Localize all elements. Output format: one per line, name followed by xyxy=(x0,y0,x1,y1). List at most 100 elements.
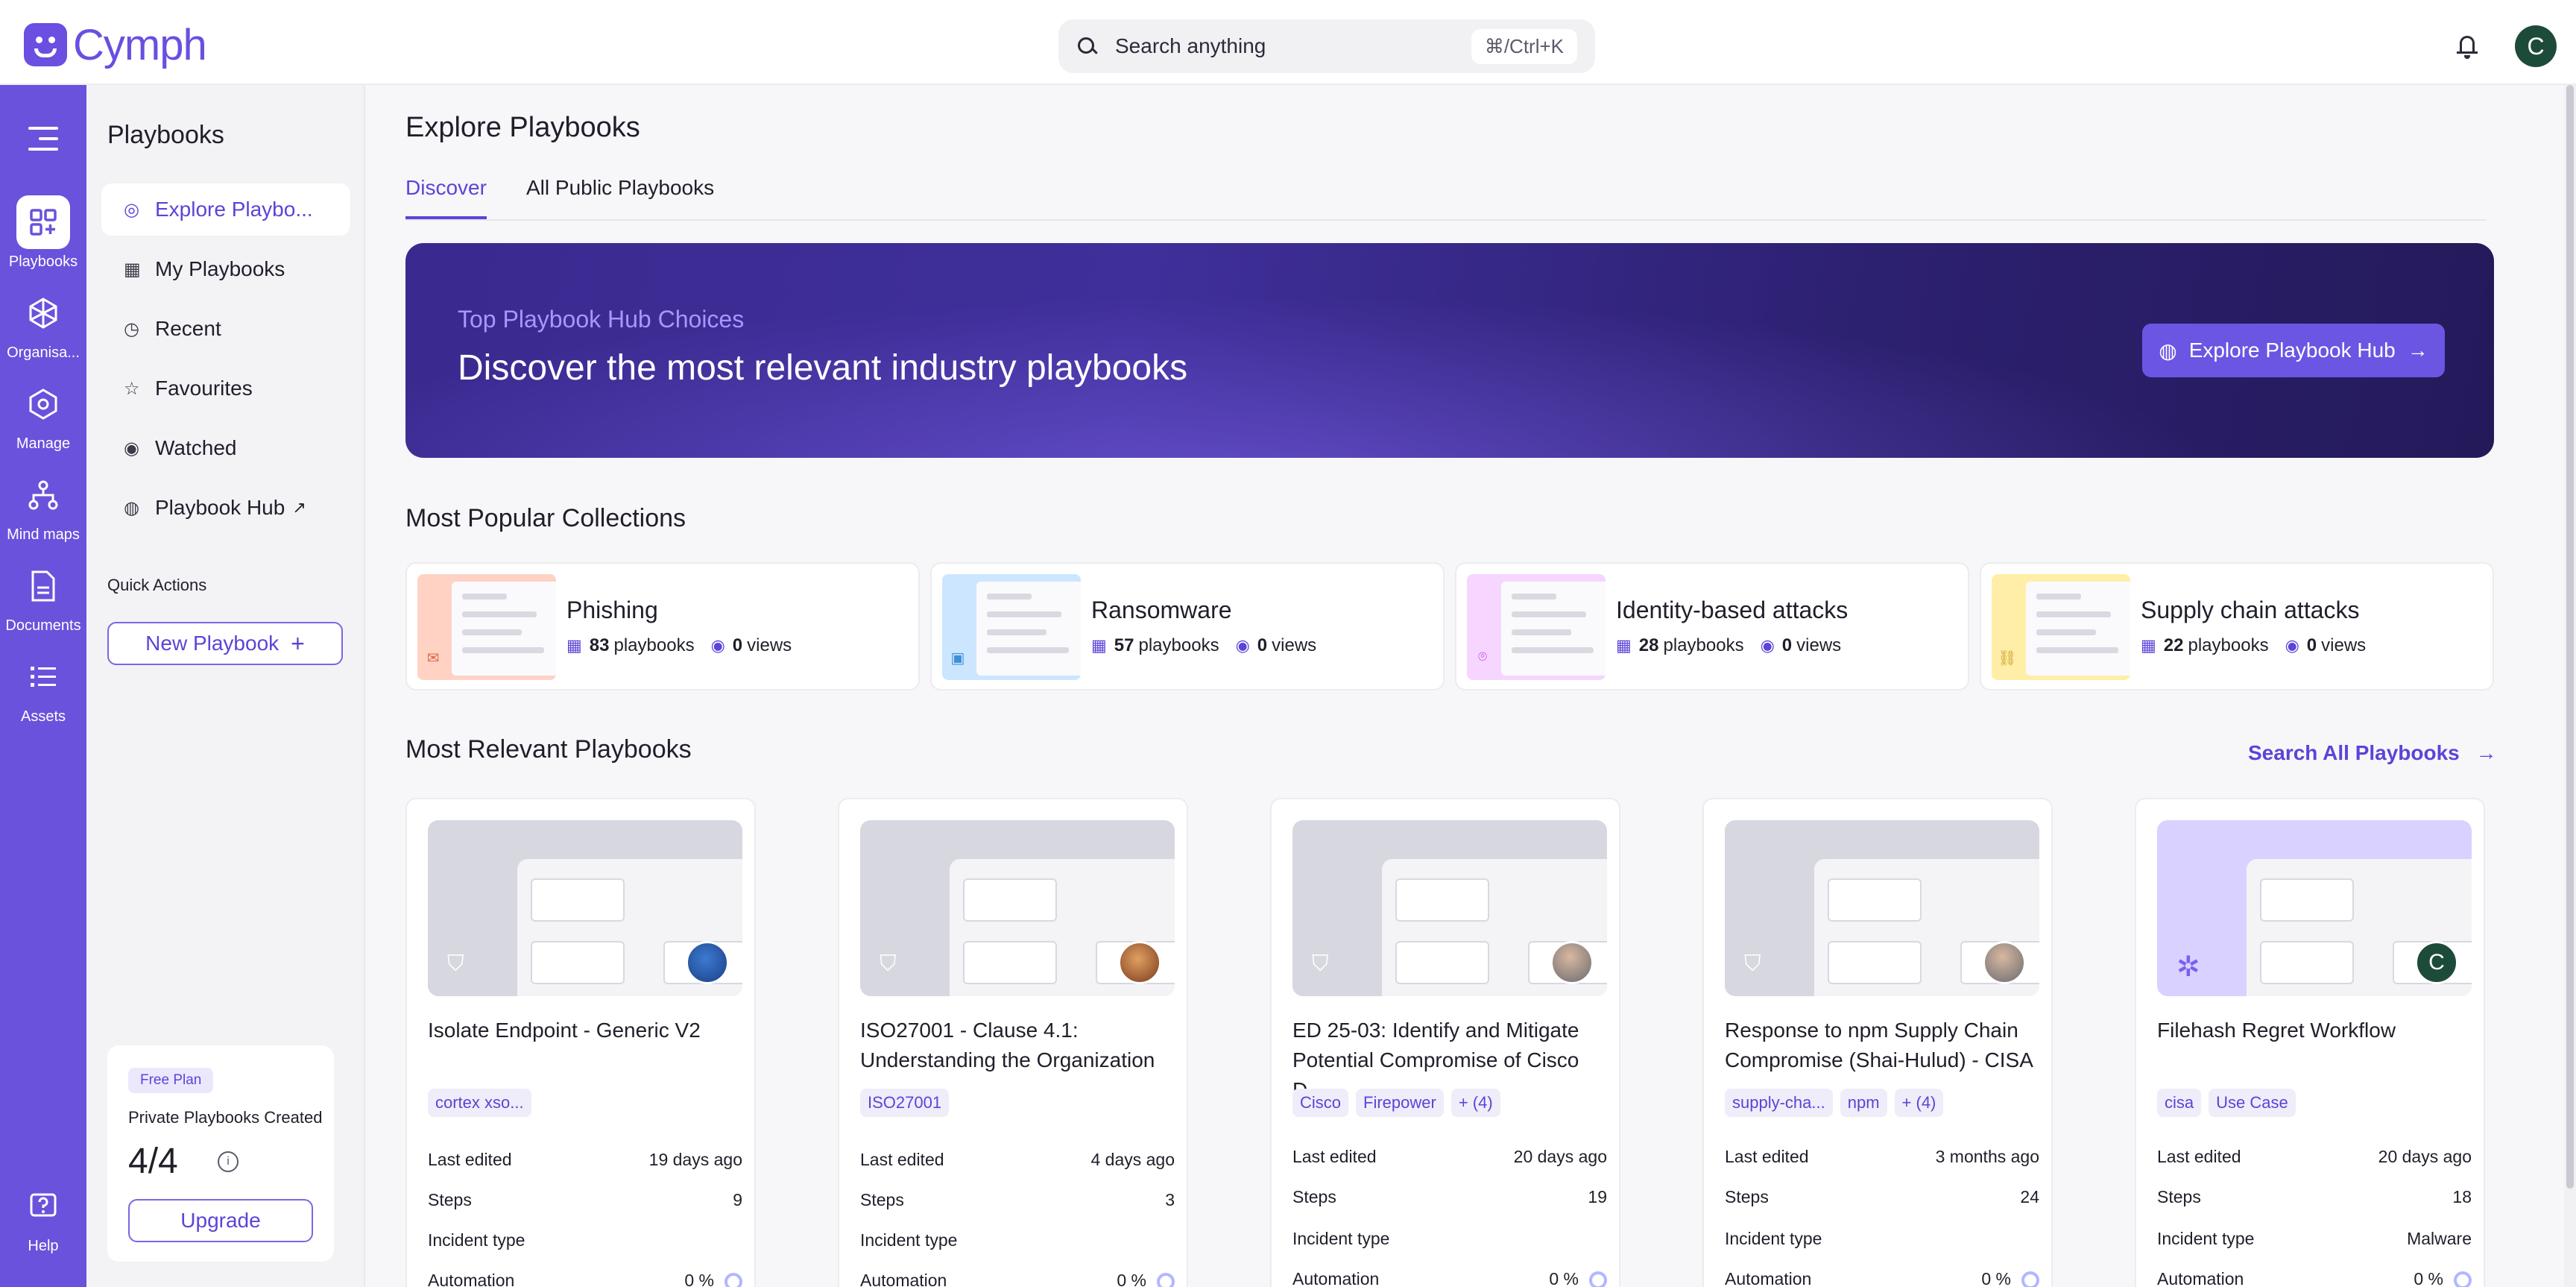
app-logo[interactable]: Cymph xyxy=(24,20,207,69)
explore-playbook-hub-button[interactable]: ◍ Explore Playbook Hub → xyxy=(2142,324,2445,377)
progress-ring-icon xyxy=(724,1272,742,1287)
rail-item-assets[interactable]: Assets xyxy=(0,650,86,726)
collection-card-identity-based-attacks[interactable]: ⌾ Identity-based attacks ▦ 28 playbooks … xyxy=(1455,562,1969,690)
plan-description: Private Playbooks Created xyxy=(128,1108,323,1127)
more-tags[interactable]: + (4) xyxy=(1450,1089,1500,1117)
more-tags[interactable]: + (4) xyxy=(1894,1089,1944,1117)
shield-icon: ⛉ xyxy=(1744,951,1761,976)
scrollbar-thumb[interactable] xyxy=(2566,85,2574,1189)
playbooks-icon: ▦ xyxy=(2141,636,2156,655)
playbook-thumbnail: ⛉ xyxy=(1292,820,1607,996)
incident-type-row: Incident type xyxy=(860,1230,1175,1250)
row-value: 19 days ago xyxy=(648,1150,742,1169)
mindmaps-icon xyxy=(16,468,70,522)
row-label: Steps xyxy=(1292,1187,1336,1206)
steps-row: Steps 19 xyxy=(1292,1187,1607,1207)
sidebar-item-recent[interactable]: ◷ Recent xyxy=(101,303,350,355)
last-edited-row: Last edited 3 months ago xyxy=(1725,1147,2039,1167)
tag[interactable]: npm xyxy=(1840,1089,1887,1117)
row-label: Last edited xyxy=(428,1150,512,1169)
author-avatar xyxy=(1550,941,1594,984)
tag-list: cortex xso... xyxy=(428,1089,539,1117)
author-avatar xyxy=(1118,941,1161,984)
playbook-card[interactable]: ⛉ ISO27001 - Clause 4.1: Understanding t… xyxy=(838,798,1188,1287)
row-value: 0 % xyxy=(2414,1269,2443,1287)
ransomware-icon: ▣ xyxy=(950,650,965,667)
search-icon xyxy=(1076,36,1097,57)
notifications-bell-icon[interactable] xyxy=(2454,33,2481,60)
user-avatar[interactable]: C xyxy=(2515,25,2557,67)
collection-card-phishing[interactable]: ✉ Phishing ▦ 83 playbooks ◉ 0 views xyxy=(405,562,920,690)
upgrade-button[interactable]: Upgrade xyxy=(128,1199,313,1242)
sidebar-item-playbook-hub[interactable]: ◍ Playbook Hub ↗ xyxy=(101,482,350,534)
tag[interactable]: ISO27001 xyxy=(860,1089,950,1117)
playbook-title: Isolate Endpoint - Generic V2 xyxy=(428,1019,701,1042)
tag[interactable]: Use Case xyxy=(2209,1089,2296,1117)
organisation-icon xyxy=(16,286,70,340)
plus-icon: + xyxy=(291,629,305,657)
tag[interactable]: Cisco xyxy=(1292,1089,1349,1117)
collapse-menu-icon[interactable] xyxy=(28,127,58,151)
arrow-right-icon: → xyxy=(2475,741,2497,764)
row-value: Malware xyxy=(2407,1229,2472,1248)
rail-item-organisation[interactable]: Organisa... xyxy=(0,286,86,362)
playbook-count-label: playbooks xyxy=(1663,635,1744,655)
progress-ring-icon xyxy=(1157,1272,1175,1287)
hero-banner: Top Playbook Hub Choices Discover the mo… xyxy=(405,243,2494,458)
rail-item-mindmaps[interactable]: Mind maps xyxy=(0,468,86,544)
plan-card: Free Plan Private Playbooks Created 4/4 … xyxy=(107,1045,334,1262)
rail-item-documents[interactable]: Documents xyxy=(0,559,86,635)
playbook-card[interactable]: ⛉ ED 25-03: Identify and Mitigate Potent… xyxy=(1270,798,1620,1287)
sidebar-item-watched[interactable]: ◉ Watched xyxy=(101,422,350,474)
tab-all-public-playbooks[interactable]: All Public Playbooks xyxy=(526,176,714,219)
left-rail: Playbooks Organisa... Manage Mind maps D… xyxy=(0,85,86,1287)
playbook-card[interactable]: ⛉ Isolate Endpoint - Generic V2 cortex x… xyxy=(405,798,756,1287)
row-label: Automation xyxy=(860,1271,947,1287)
tag[interactable]: cortex xso... xyxy=(428,1089,531,1117)
collection-name: Phishing xyxy=(566,597,658,623)
last-edited-row: Last edited 20 days ago xyxy=(2157,1147,2472,1167)
rail-item-playbooks[interactable]: Playbooks xyxy=(0,195,86,271)
playbook-count: 57 xyxy=(1114,635,1134,655)
sidebar-item-my-playbooks[interactable]: ▦ My Playbooks xyxy=(101,243,350,295)
rail-item-help[interactable]: Help xyxy=(0,1180,86,1255)
search-all-playbooks-link[interactable]: Search All Playbooks → xyxy=(2248,741,2497,765)
row-value: 0 % xyxy=(1117,1271,1146,1287)
sidebar-item-favourites[interactable]: ☆ Favourites xyxy=(101,362,350,415)
eye-icon: ◉ xyxy=(2285,636,2299,655)
info-icon[interactable]: i xyxy=(218,1151,239,1172)
tab-discover[interactable]: Discover xyxy=(405,176,487,219)
global-search[interactable]: Search anything ⌘/Ctrl+K xyxy=(1058,19,1595,73)
collection-thumbnail: ⌾ xyxy=(1467,574,1606,680)
rail-label: Documents xyxy=(5,617,81,634)
tag[interactable]: Firepower xyxy=(1356,1089,1444,1117)
playbook-card[interactable]: ✲ C Filehash Regret Workflow cisa Use Ca… xyxy=(2135,798,2485,1287)
author-avatar xyxy=(1983,941,2026,984)
playbook-title: Response to npm Supply Chain Compromise … xyxy=(1725,1019,2033,1072)
row-value: 20 days ago xyxy=(1513,1147,1607,1166)
row-label: Incident type xyxy=(1292,1229,1390,1248)
automation-row: Automation 0 % xyxy=(1292,1269,1607,1287)
collection-card-ransomware[interactable]: ▣ Ransomware ▦ 57 playbooks ◉ 0 views xyxy=(930,562,1445,690)
row-label: Automation xyxy=(1725,1269,1812,1287)
app-name: Cymph xyxy=(73,20,207,69)
view-count: 0 xyxy=(732,635,743,655)
tag-list: cisa Use Case xyxy=(2157,1089,2303,1117)
collection-thumbnail: ⛓ xyxy=(1992,574,2130,680)
playbook-card[interactable]: ⛉ Response to npm Supply Chain Compromis… xyxy=(1702,798,2053,1287)
tag[interactable]: cisa xyxy=(2157,1089,2202,1117)
collection-card-supply-chain-attacks[interactable]: ⛓ Supply chain attacks ▦ 22 playbooks ◉ … xyxy=(1980,562,2494,690)
rail-label: Assets xyxy=(20,708,66,725)
new-playbook-button[interactable]: New Playbook + xyxy=(107,622,343,665)
playbooks-icon: ▦ xyxy=(1091,636,1107,655)
rail-item-manage[interactable]: Manage xyxy=(0,377,86,453)
sidebar-item-explore-playbooks[interactable]: ◎ Explore Playbo... xyxy=(101,183,350,236)
row-value: 0 % xyxy=(1981,1269,2011,1287)
row-label: Incident type xyxy=(428,1230,525,1250)
globe-icon: ◍ xyxy=(2159,339,2177,362)
view-count: 0 xyxy=(2306,635,2317,655)
view-count: 0 xyxy=(1781,635,1793,655)
collection-thumbnail: ✉ xyxy=(417,574,556,680)
tag[interactable]: supply-cha... xyxy=(1725,1089,1833,1117)
tab-bar: Discover All Public Playbooks xyxy=(405,176,2487,221)
